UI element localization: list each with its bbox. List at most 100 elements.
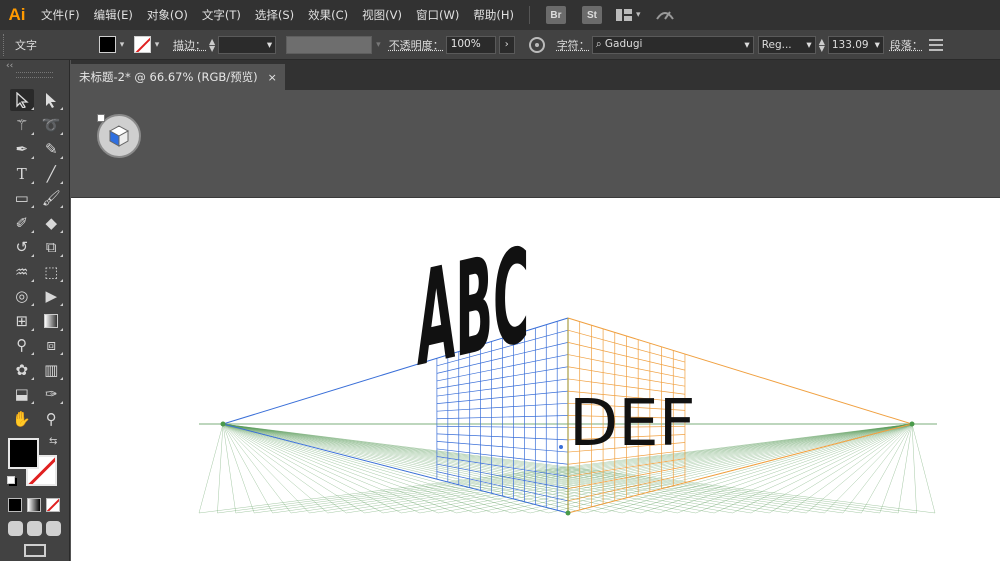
chevron-down-icon[interactable]: ▾ (376, 40, 381, 50)
menu-window[interactable]: 窗口(W) (409, 0, 466, 30)
pasteboard[interactable] (71, 90, 1000, 198)
menu-type[interactable]: 文字(T) (195, 0, 248, 30)
hand-tool[interactable]: ✋ (10, 408, 34, 430)
shaper-tool[interactable]: ✐ (10, 212, 34, 234)
font-size-select[interactable]: 133.09 ▾ (827, 35, 884, 54)
color-mode-button[interactable] (8, 498, 22, 512)
document-tab[interactable]: 未标题-2* @ 66.67% (RGB/预览) × (71, 64, 285, 90)
eraser-tool[interactable]: ◆ (40, 212, 64, 234)
grid-handle[interactable] (565, 510, 571, 516)
grid-line (222, 423, 494, 514)
magic-wand-tool[interactable]: ⚚ (10, 114, 34, 136)
type-tool[interactable]: T (10, 163, 34, 185)
perspective-grid-tool[interactable]: ▶ (40, 285, 64, 307)
curvature-pen-icon: ✎ (44, 140, 58, 159)
fill-color-swatch[interactable] (8, 438, 39, 469)
grid-line (222, 423, 844, 514)
paragraph-label[interactable]: 段落： (890, 37, 923, 53)
mesh-tool[interactable]: ⊞ (10, 310, 34, 332)
opacity-flyout-button[interactable]: › (498, 35, 515, 54)
shape-builder-tool[interactable]: ◎ (10, 285, 34, 307)
artboard-tool[interactable]: ⬓ (10, 383, 34, 405)
panel-grip[interactable] (16, 72, 53, 78)
opacity-label[interactable]: 不透明度： (389, 37, 444, 53)
menu-help[interactable]: 帮助(H) (466, 0, 521, 30)
document-tab-bar: 未标题-2* @ 66.67% (RGB/预览) × (71, 60, 1000, 90)
stroke-weight-field[interactable]: ▾ (218, 35, 277, 54)
gpu-performance-icon[interactable] (655, 7, 675, 23)
artboard-icon: ⬓ (14, 385, 29, 404)
grid-line (911, 423, 936, 514)
fill-swatch[interactable] (99, 36, 116, 53)
perspective-grid[interactable]: ABC DEF (71, 198, 1000, 561)
grid-handle[interactable] (559, 445, 563, 449)
chevron-down-icon[interactable]: ▾ (151, 36, 163, 53)
bridge-button[interactable]: Br (545, 6, 566, 24)
recolor-icon[interactable] (528, 36, 545, 53)
warp-tool[interactable]: ♒ (10, 261, 34, 283)
menu-edit[interactable]: 编辑(E) (87, 0, 140, 30)
grid-handle[interactable] (909, 421, 915, 427)
menu-view[interactable]: 视图(V) (355, 0, 409, 30)
default-colors-icon[interactable] (7, 476, 15, 484)
column-graph-tool[interactable]: ▥ (40, 359, 64, 381)
stock-button[interactable]: St (581, 6, 602, 24)
screen-mode-icon[interactable] (24, 544, 46, 557)
grid-handle[interactable] (220, 421, 226, 427)
paragraph-label-text: 段落 (889, 38, 912, 52)
grid-line (222, 423, 604, 514)
rotate-tool[interactable]: ↺ (10, 236, 34, 258)
swap-colors-icon[interactable]: ⇆ (49, 436, 57, 447)
font-size-stepper[interactable]: ▲ ▼ (819, 37, 825, 52)
none-mode-button[interactable] (46, 498, 60, 512)
draw-behind-icon[interactable] (27, 521, 42, 536)
eyedropper-tool[interactable]: ⚲ (10, 334, 34, 356)
scale-tool[interactable]: ⧉ (40, 236, 64, 258)
free-transform-tool[interactable]: ⬚ (40, 261, 64, 283)
menu-select[interactable]: 选择(S) (248, 0, 301, 30)
rectangle-tool[interactable]: ▭ (10, 187, 34, 209)
menu-file[interactable]: 文件(F) (34, 0, 87, 30)
zoom-tool[interactable]: ⚲ (40, 408, 64, 430)
menu-effect[interactable]: 效果(C) (301, 0, 355, 30)
slice-tool[interactable]: ✑ (40, 383, 64, 405)
panel-grip[interactable] (3, 33, 7, 56)
pen-tool[interactable]: ✒ (10, 138, 34, 160)
artboard[interactable]: ABC DEF (71, 198, 1000, 561)
close-icon[interactable]: × (268, 71, 277, 84)
opacity-input[interactable]: 100% (445, 35, 496, 54)
gradient-tool[interactable] (40, 310, 64, 332)
draw-inside-icon[interactable] (46, 521, 61, 536)
character-label[interactable]: 字符： (557, 37, 590, 53)
def-text[interactable]: DEF (569, 387, 696, 461)
stroke-label[interactable]: 描边： (173, 37, 206, 53)
font-family-select[interactable]: ⌕ Gadugi ▾ (591, 35, 754, 54)
align-left-icon[interactable] (928, 38, 943, 51)
lasso-tool[interactable]: ➰ (40, 114, 64, 136)
stroke-stepper[interactable]: ▲ ▼ (209, 37, 215, 52)
line-tool[interactable]: ╱ (40, 163, 64, 185)
character-label-text: 字符 (556, 38, 579, 52)
stroke-label-text: 描边 (173, 38, 195, 52)
stroke-swatch[interactable] (134, 36, 151, 53)
left-plane-text[interactable]: ABC (417, 219, 529, 396)
variable-width-profile[interactable] (286, 35, 373, 54)
perspective-plane-widget[interactable] (97, 114, 141, 158)
workspace-layout-icon[interactable] (615, 9, 632, 21)
font-style-select[interactable]: Reg... ▾ (757, 35, 816, 54)
direct-selection-tool[interactable] (40, 89, 64, 111)
chevron-down-icon[interactable]: ▾ (116, 36, 128, 53)
draw-normal-icon[interactable] (8, 521, 23, 536)
collapse-panel-button[interactable]: ‹‹ (0, 60, 69, 72)
menu-object[interactable]: 对象(O) (140, 0, 195, 30)
paintbrush-tool[interactable]: 🖌︎ (40, 187, 64, 209)
chevron-down-icon[interactable]: ▾ (636, 10, 641, 20)
abc-text[interactable]: ABC (417, 219, 529, 396)
column-graph-icon: ▥ (44, 360, 59, 379)
blend-tool[interactable]: ⧈ (40, 334, 64, 356)
symbol-sprayer-tool[interactable]: ✿ (10, 359, 34, 381)
gradient-mode-button[interactable] (27, 498, 41, 512)
selection-tool[interactable] (10, 89, 34, 112)
curvature-tool[interactable]: ✎ (40, 138, 64, 160)
mesh-icon: ⊞ (15, 311, 29, 330)
